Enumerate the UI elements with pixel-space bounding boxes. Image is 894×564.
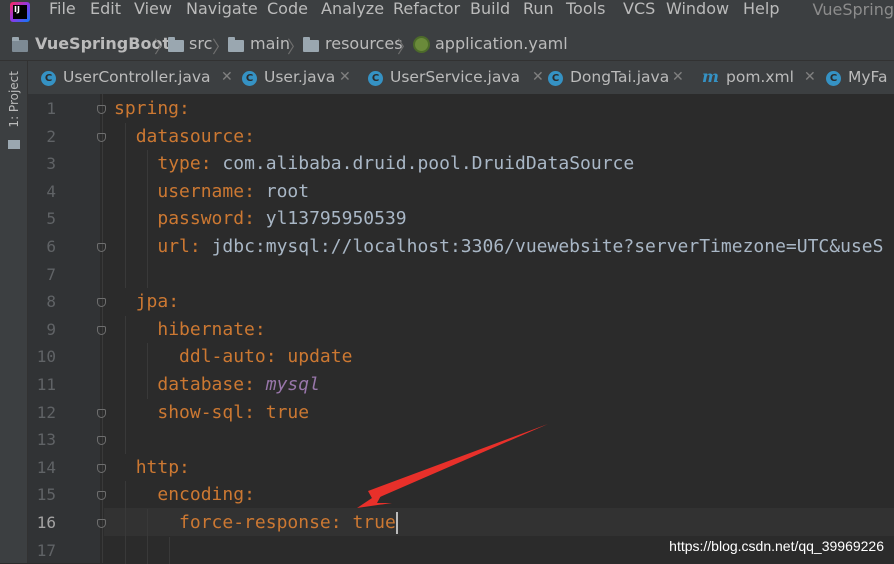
annotation-arrow — [357, 424, 548, 508]
arrow-shaft — [368, 424, 548, 500]
watermark: https://blog.csdn.net/qq_39969226 — [669, 538, 884, 554]
